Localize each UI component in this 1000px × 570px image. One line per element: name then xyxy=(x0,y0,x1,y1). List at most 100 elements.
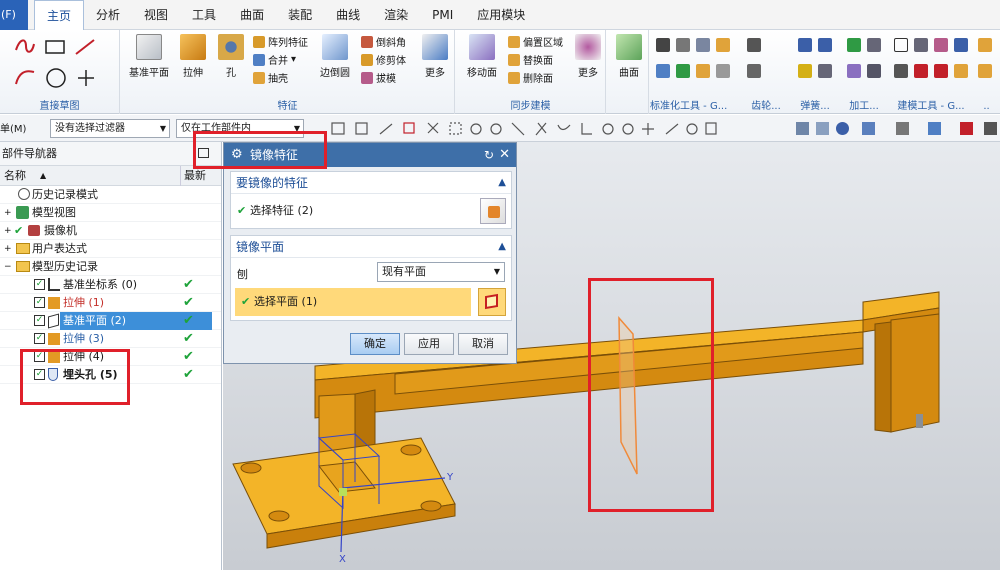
chevron-up-icon[interactable]: ▲ xyxy=(498,172,506,194)
feature-more-button[interactable]: 更多 xyxy=(413,34,457,79)
gc-tool-icon[interactable] xyxy=(696,64,710,78)
tree-item-datum-csys[interactable]: ✓ 基准坐标系 (0) ✔ xyxy=(0,276,221,294)
surface-button[interactable]: 曲面 xyxy=(607,34,651,79)
display-icon[interactable] xyxy=(960,122,973,135)
delete-face-button[interactable]: 删除面 xyxy=(508,70,553,85)
menu-dropdown[interactable]: 单(M) xyxy=(0,120,26,135)
view-orient-icon[interactable] xyxy=(862,122,875,135)
select-plane-icon[interactable] xyxy=(478,288,506,316)
pattern-feature-button[interactable]: 阵列特征 xyxy=(253,34,308,49)
offset-region-button[interactable]: 偏置区域 xyxy=(508,34,563,49)
display-icon[interactable] xyxy=(928,122,941,135)
chevron-up-icon[interactable]: ▲ xyxy=(498,236,506,258)
tab-view[interactable]: 视图 xyxy=(132,0,180,30)
cancel-button[interactable]: 取消 xyxy=(458,333,508,355)
sync-more-button[interactable]: 更多 xyxy=(566,34,610,79)
view-tool-icon[interactable] xyxy=(816,122,829,135)
sketch-tools-icons[interactable] xyxy=(12,36,112,94)
visibility-checkbox[interactable]: ✓ xyxy=(34,297,45,308)
gc-tool-icon[interactable] xyxy=(676,38,690,52)
visibility-checkbox[interactable]: ✓ xyxy=(34,333,45,344)
select-feature-row[interactable]: ✔ 选择特征 (2) xyxy=(237,202,313,218)
tree-item-history-mode[interactable]: 历史记录模式 xyxy=(0,186,221,204)
spring-tool-icon[interactable] xyxy=(798,64,812,78)
modeling-tool-icon[interactable] xyxy=(914,64,928,78)
tab-render[interactable]: 渲染 xyxy=(372,0,420,30)
plane-section-header[interactable]: 镜像平面 ▲ xyxy=(231,236,511,258)
view-tool-icon[interactable] xyxy=(796,122,809,135)
machining-tool-icon[interactable] xyxy=(867,38,881,52)
machining-tool-icon[interactable] xyxy=(867,64,881,78)
type-filter-dropdown[interactable]: 没有选择过滤器 ▼ xyxy=(50,119,170,138)
display-icon[interactable] xyxy=(984,122,997,135)
close-icon[interactable]: ✕ xyxy=(499,143,510,167)
gc-tool-icon[interactable] xyxy=(676,64,690,78)
tab-home[interactable]: 主页 xyxy=(34,0,85,30)
machining-tool-icon[interactable] xyxy=(847,38,861,52)
chamfer-button[interactable]: 倒斜角 xyxy=(361,34,406,49)
tree-item-model-history[interactable]: − 模型历史记录 xyxy=(0,258,221,276)
overflow-tool-icon[interactable] xyxy=(978,38,992,52)
draft-button[interactable]: 拔模 xyxy=(361,70,396,85)
tree-item-cameras[interactable]: + ✔ 摄像机 xyxy=(0,222,221,240)
sort-up-icon[interactable]: ▲ xyxy=(40,166,46,186)
move-face-button[interactable]: 移动面 xyxy=(460,34,504,79)
machining-tool-icon[interactable] xyxy=(847,64,861,78)
expand-icon[interactable]: + xyxy=(4,222,12,240)
select-plane-row[interactable]: ✔ 选择平面 (1) xyxy=(235,288,471,316)
gc-tool-icon[interactable] xyxy=(656,38,670,52)
tree-item-datum-plane-2[interactable]: ✓ 基准平面 (2) ✔ xyxy=(0,312,221,330)
gear-tool-icon[interactable] xyxy=(747,38,761,52)
plane-type-dropdown[interactable]: 现有平面 ▼ xyxy=(377,262,505,282)
trim-body-button[interactable]: 修剪体 xyxy=(361,52,406,67)
file-menu[interactable]: (F) xyxy=(0,0,28,30)
ok-button[interactable]: 确定 xyxy=(350,333,400,355)
tab-assembly[interactable]: 装配 xyxy=(276,0,324,30)
render-style-icon[interactable] xyxy=(896,122,909,135)
modeling-tool-icon[interactable] xyxy=(894,64,908,78)
spring-tool-icon[interactable] xyxy=(818,64,832,78)
overflow-tool-icon[interactable] xyxy=(978,64,992,78)
select-feature-icon[interactable] xyxy=(480,198,506,224)
tree-item-extrude-1[interactable]: ✓ 拉伸 (1) ✔ xyxy=(0,294,221,312)
spring-tool-icon[interactable] xyxy=(818,38,832,52)
modeling-tools-group-label: 建模工具 - G... xyxy=(897,101,965,112)
modeling-tool-icon[interactable] xyxy=(954,38,968,52)
modeling-tool-icon[interactable] xyxy=(914,38,928,52)
tab-pmi[interactable]: PMI xyxy=(420,0,465,30)
snap-point-toolbar[interactable] xyxy=(330,120,770,138)
tab-tools[interactable]: 工具 xyxy=(180,0,228,30)
gc-tool-icon[interactable] xyxy=(696,38,710,52)
collapse-icon[interactable]: − xyxy=(4,258,12,276)
gc-tool-icon[interactable] xyxy=(716,38,730,52)
tree-item-model-views[interactable]: + 模型视图 xyxy=(0,204,221,222)
modeling-tool-icon[interactable] xyxy=(954,64,968,78)
modeling-tool-icon[interactable] xyxy=(934,38,948,52)
spring-tool-icon[interactable] xyxy=(798,38,812,52)
gc-tool-icon[interactable] xyxy=(656,64,670,78)
visibility-checkbox[interactable]: ✓ xyxy=(34,279,45,290)
rotate-view-icon[interactable] xyxy=(836,122,849,135)
triangle-icon[interactable] xyxy=(894,38,908,52)
expand-icon[interactable]: + xyxy=(4,240,12,258)
tab-analysis[interactable]: 分析 xyxy=(84,0,132,30)
apply-button[interactable]: 应用 xyxy=(404,333,454,355)
tab-surface[interactable]: 曲面 xyxy=(228,0,276,30)
datum-plane-button[interactable]: 基准平面 xyxy=(127,34,171,79)
tab-curve[interactable]: 曲线 xyxy=(324,0,372,30)
reset-icon[interactable]: ↻ xyxy=(484,143,494,167)
gear-tool-icon[interactable] xyxy=(747,64,761,78)
replace-face-button[interactable]: 替换面 xyxy=(508,52,553,67)
unite-button[interactable]: 合并 ▾ xyxy=(253,52,296,67)
hole-button[interactable]: 孔 xyxy=(209,34,253,79)
tab-applications[interactable]: 应用模块 xyxy=(465,0,537,30)
gc-tool-icon[interactable] xyxy=(716,64,730,78)
tree-item-user-expressions[interactable]: + 用户表达式 xyxy=(0,240,221,258)
visibility-checkbox[interactable]: ✓ xyxy=(34,315,45,326)
edge-blend-button[interactable]: 边倒圆 xyxy=(313,34,357,79)
modeling-tool-icon[interactable] xyxy=(934,64,948,78)
features-section-header[interactable]: 要镜像的特征 ▲ xyxy=(231,172,511,194)
shell-button[interactable]: 抽壳 xyxy=(253,70,288,85)
tree-item-extrude-3[interactable]: ✓ 拉伸 (3) ✔ xyxy=(0,330,221,348)
expand-icon[interactable]: + xyxy=(4,204,12,222)
